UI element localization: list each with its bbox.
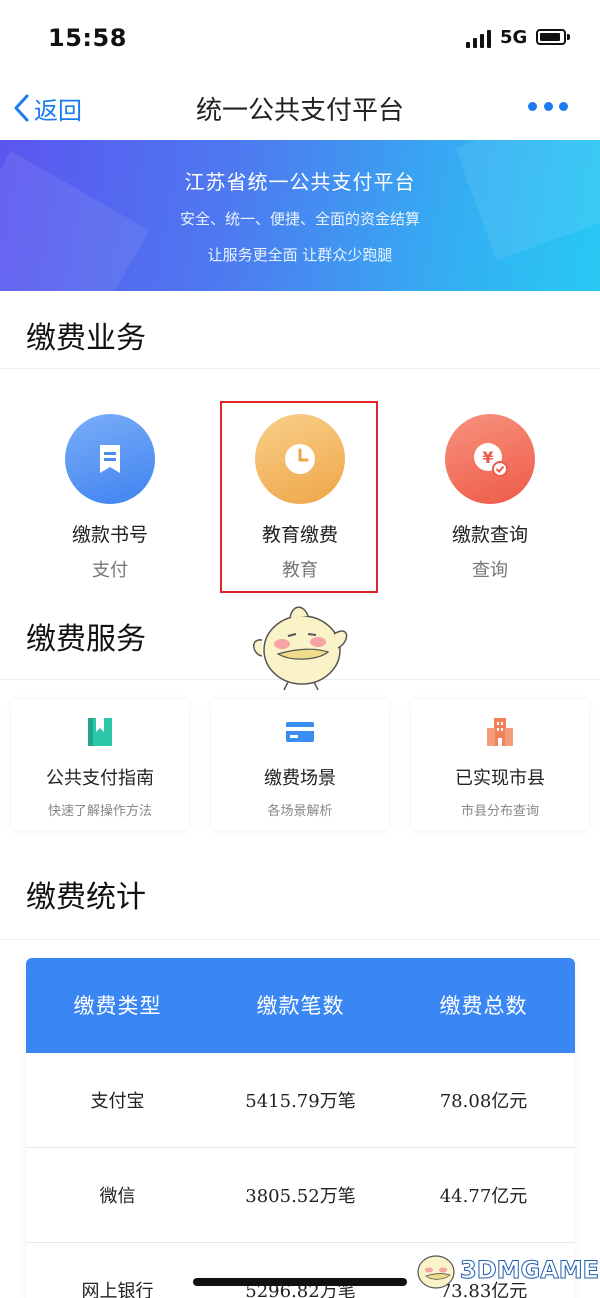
service-card-guide[interactable]: 公共支付指南 快速了解操作方法: [12, 700, 188, 830]
service-label: 缴费场景: [264, 768, 336, 789]
status-time: 15:58: [48, 24, 127, 52]
home-indicator[interactable]: [193, 1278, 407, 1286]
svg-text:¥: ¥: [482, 448, 493, 467]
section-title: 缴费服务: [26, 622, 146, 657]
business-label: 缴款查询: [451, 524, 528, 546]
battery-icon: [536, 29, 570, 45]
watermark-text: 3DMGAME: [459, 1256, 600, 1285]
network-label: 5G: [500, 27, 528, 48]
more-icon[interactable]: [528, 102, 568, 114]
business-item-query[interactable]: ¥ 缴款查询 查询: [390, 400, 590, 590]
service-sub: 市县分布查询: [460, 804, 539, 819]
service-sub: 各场景解析: [267, 804, 333, 819]
status-bar: 15:58 5G: [0, 0, 600, 76]
banner-title: 江苏省统一公共支付平台: [184, 170, 416, 194]
table-cell: 3805.52万笔: [245, 1186, 356, 1207]
business-label: 缴款书号: [71, 524, 148, 546]
table-header: 缴费类型 缴款笔数 缴费总数: [26, 958, 575, 1053]
service-label: 已实现市县: [455, 768, 545, 789]
table-cell: 网上银行: [81, 1281, 154, 1298]
table-cell: 支付宝: [90, 1091, 145, 1112]
bookmark-icon: [65, 414, 155, 504]
mascot-image: [253, 606, 348, 691]
table-cell: 5415.79万笔: [245, 1091, 356, 1112]
highlight-box: [220, 401, 378, 593]
column-header: 缴费总数: [439, 994, 528, 1018]
nav-bar: 返回 统一公共支付平台: [0, 76, 600, 140]
service-card-cities[interactable]: 已实现市县 市县分布查询: [412, 700, 588, 830]
signal-icon: [466, 30, 492, 48]
business-sub: 支付: [92, 560, 128, 581]
service-sub: 快速了解操作方法: [47, 804, 152, 819]
service-card-scenarios[interactable]: 缴费场景 各场景解析: [212, 700, 388, 830]
section-header-statistics: 缴费统计: [0, 860, 600, 940]
table-row: 微信 3805.52万笔 44.77亿元: [26, 1148, 575, 1243]
table-cell: 微信: [99, 1186, 136, 1207]
banner-slogan: 让服务更全面 让群众少跑腿: [207, 246, 393, 264]
section-title: 缴费业务: [26, 321, 146, 356]
yen-check-icon: ¥: [445, 414, 535, 504]
card-icon: [286, 722, 314, 742]
section-title: 缴费统计: [26, 880, 146, 915]
business-item-bill-number[interactable]: 缴款书号 支付: [10, 400, 210, 590]
column-header: 缴款笔数: [256, 994, 345, 1018]
table-cell: 78.08亿元: [439, 1091, 528, 1112]
building-icon: [487, 718, 513, 746]
book-icon: [88, 718, 112, 746]
banner: 江苏省统一公共支付平台 安全、统一、便捷、全面的资金结算 让服务更全面 让群众少…: [0, 140, 600, 291]
table-cell: 44.77亿元: [439, 1186, 528, 1207]
column-header: 缴费类型: [73, 994, 162, 1018]
table-row: 支付宝 5415.79万笔 78.08亿元: [26, 1053, 575, 1148]
service-label: 公共支付指南: [46, 768, 154, 789]
business-sub: 查询: [472, 560, 508, 581]
section-header-business: 缴费业务: [0, 291, 600, 369]
mascot-icon: [417, 1255, 455, 1289]
watermark-logo: 3DMGAME: [408, 1246, 600, 1294]
page-title: 统一公共支付平台: [195, 96, 404, 126]
banner-subtitle: 安全、统一、便捷、全面的资金结算: [179, 210, 420, 228]
